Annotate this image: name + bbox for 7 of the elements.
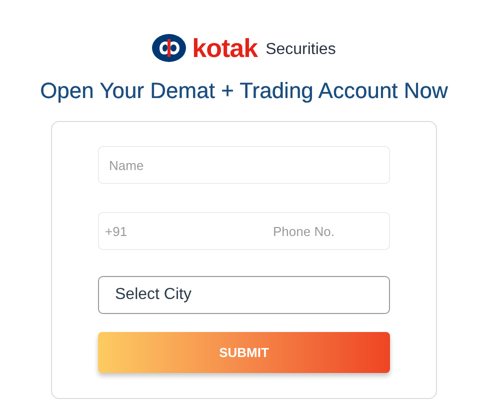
page-heading: Open Your Demat + Trading Account Now — [40, 78, 448, 104]
logo-icon — [152, 34, 186, 62]
city-select[interactable]: Select City — [98, 276, 390, 314]
brand-suffix: Securities — [266, 41, 336, 59]
brand-name: kotak — [192, 35, 258, 61]
name-field[interactable]: Name — [98, 146, 390, 184]
country-code: +91 — [105, 224, 128, 238]
